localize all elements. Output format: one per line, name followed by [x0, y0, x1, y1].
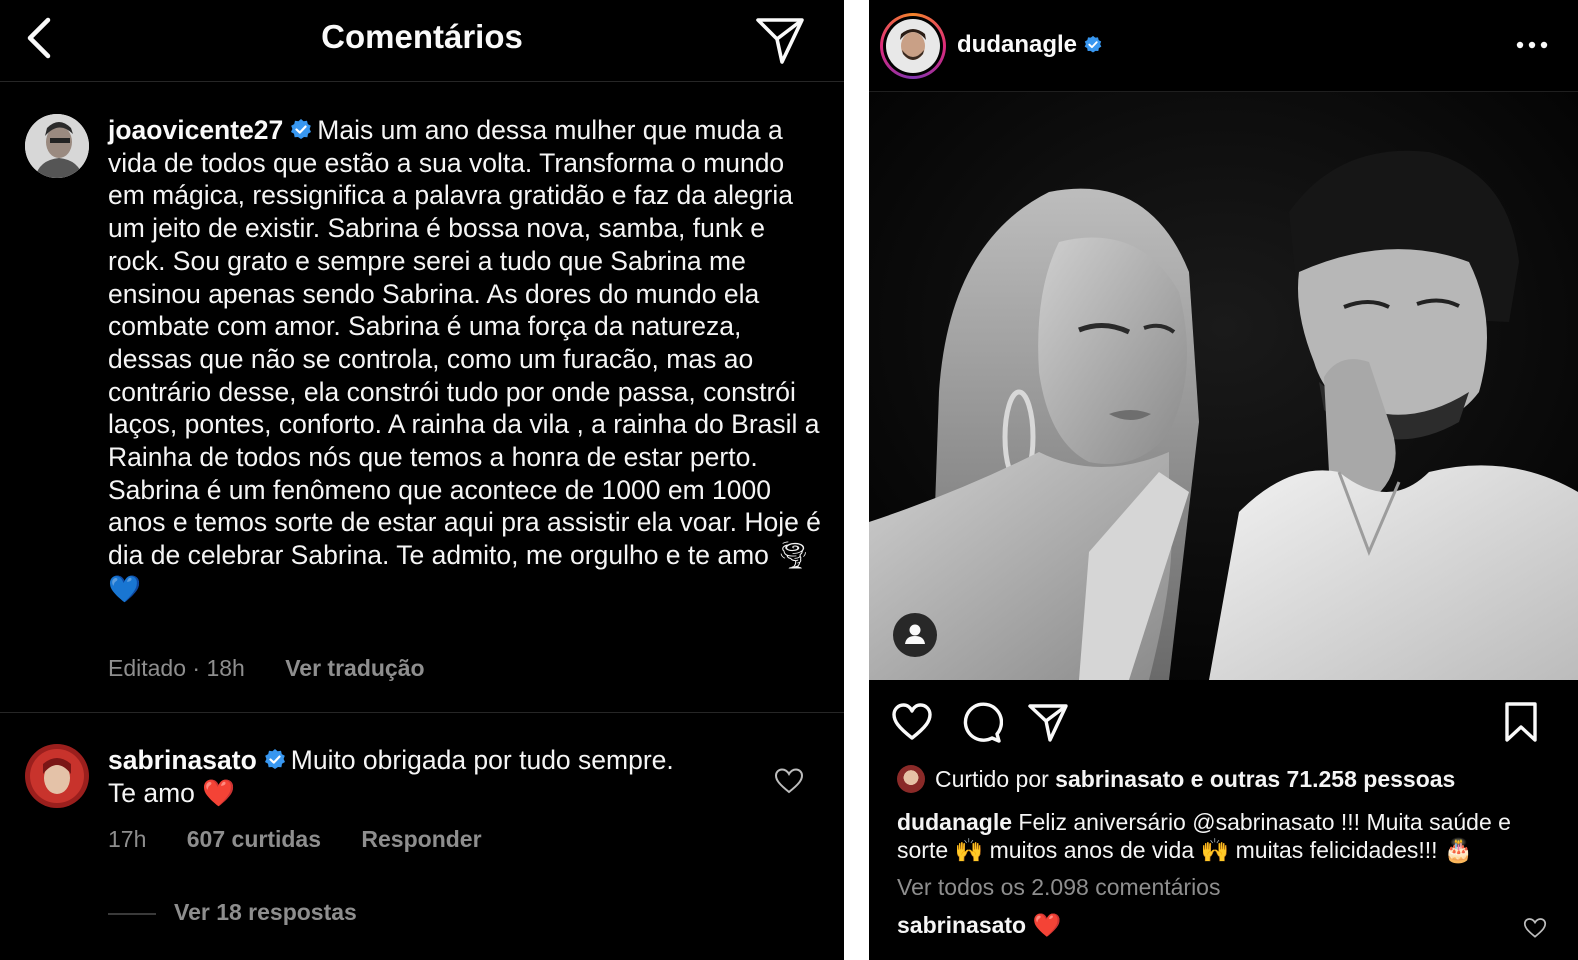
post-username[interactable]: dudanagle — [957, 31, 1107, 59]
comments-top-bar: Comentários — [0, 0, 844, 82]
username-text[interactable]: dudanagle — [957, 31, 1077, 58]
caption-emoji: 🎂 — [1443, 838, 1473, 864]
likes-summary[interactable]: Curtido por sabrinasato e outras 71.258 … — [897, 765, 1455, 793]
verified-badge-icon — [1084, 35, 1102, 53]
avatar — [897, 765, 925, 793]
verified-badge-icon — [264, 749, 285, 769]
caption-text: muitas felicidades!!! — [1235, 837, 1438, 863]
direct-message-icon[interactable] — [752, 12, 808, 68]
comment-bubble-icon[interactable] — [959, 700, 1003, 744]
post-caption: dudanagle Feliz aniversário @sabrinasato… — [897, 808, 1557, 865]
comment-meta: Editado · 18h Ver tradução — [108, 655, 459, 682]
caption-emoji: 🙌 — [954, 838, 984, 864]
comment-likes-count[interactable]: 607 curtidas — [187, 826, 321, 852]
replies-divider-line — [108, 913, 156, 915]
liked-by-user[interactable]: sabrinasato — [1055, 766, 1184, 792]
caption-username[interactable]: dudanagle — [897, 809, 1012, 835]
avatar[interactable] — [25, 114, 89, 178]
comment-text: Mais um ano dessa mulher que muda a vida… — [108, 115, 821, 571]
view-replies-link[interactable]: Ver 18 respostas — [174, 899, 357, 926]
see-translation-link[interactable]: Ver tradução — [285, 655, 424, 681]
divider — [0, 712, 844, 713]
heart-outline-icon[interactable] — [890, 700, 934, 744]
caption-text: muitos anos de vida — [989, 837, 1195, 863]
comment-emojis: ❤️ — [1032, 913, 1062, 939]
avatar[interactable] — [880, 13, 946, 79]
like-comment-heart-icon[interactable] — [774, 767, 804, 795]
top-comment: sabrinasato ❤️ — [897, 912, 1061, 939]
caption-emoji: 🙌 — [1200, 838, 1230, 864]
post-photo[interactable] — [869, 92, 1578, 680]
comment-username[interactable]: sabrinasato — [897, 912, 1026, 938]
comment-emojis: ❤️ — [202, 777, 236, 809]
comment-body: joaovicente27 Mais um ano dessa mulher qu… — [108, 114, 828, 607]
share-icon[interactable] — [1026, 700, 1070, 744]
avatar[interactable] — [25, 744, 89, 808]
post-screen: dudanagle Curtido por sabrinasato e outr… — [869, 0, 1578, 960]
liked-by-others[interactable]: outras 71.258 pessoas — [1210, 766, 1455, 792]
comments-screen: Comentários joaovicente27 Mais um ano des… — [0, 0, 844, 960]
like-comment-heart-icon[interactable] — [1523, 917, 1547, 939]
reply-button[interactable]: Responder — [361, 826, 481, 852]
comment-time: 17h — [108, 826, 147, 852]
comment-time: Editado · 18h — [108, 655, 245, 681]
liked-by-and: e — [1190, 766, 1204, 792]
page-title: Comentários — [321, 18, 523, 55]
liked-by-prefix: Curtido por — [935, 766, 1049, 792]
user-tag-icon[interactable] — [892, 612, 938, 658]
bookmark-icon[interactable] — [1499, 700, 1543, 744]
comment-username[interactable]: joaovicente27 — [108, 115, 283, 145]
comment-body: sabrinasato Muito obrigada por tudo sempr… — [108, 744, 708, 810]
more-options-icon[interactable] — [1515, 40, 1549, 50]
post-header: dudanagle — [869, 0, 1578, 92]
comment-meta: 17h 607 curtidas Responder — [108, 826, 516, 853]
comment-username[interactable]: sabrinasato — [108, 745, 257, 775]
view-all-comments-link[interactable]: Ver todos os 2.098 comentários — [897, 874, 1220, 901]
verified-badge-icon — [291, 119, 312, 139]
